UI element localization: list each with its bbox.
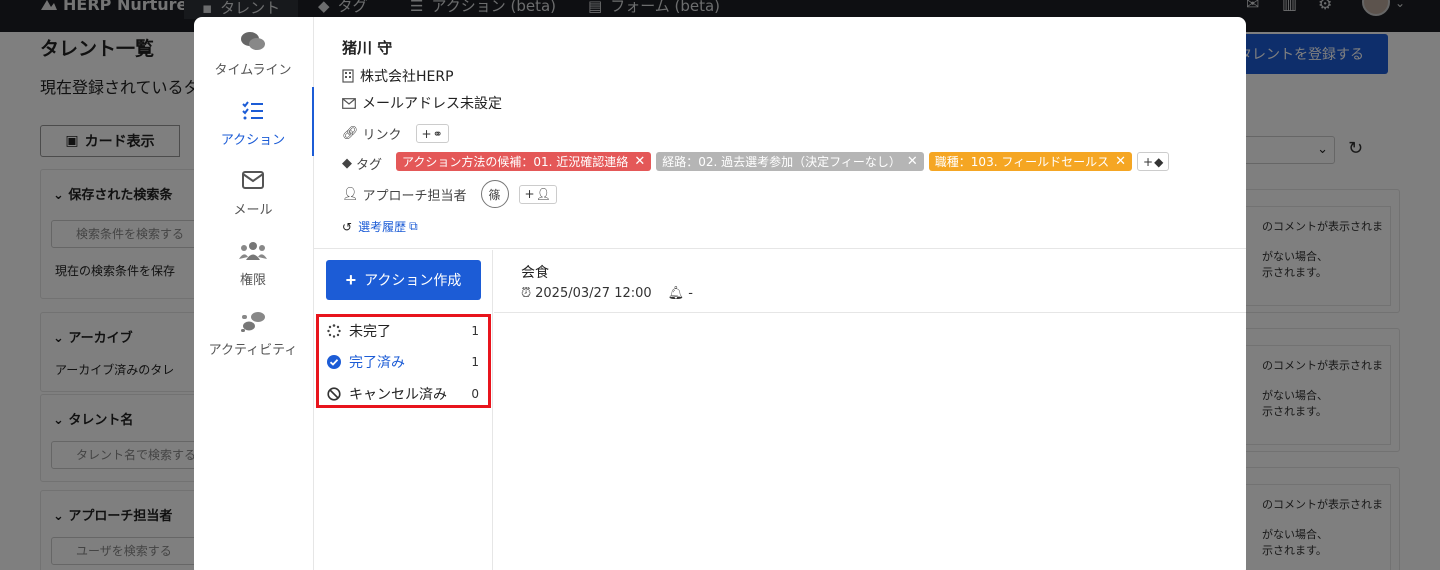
tag-label: タグ — [356, 158, 383, 173]
action-list: 会食 ⏰︎ 2025/03/27 12:00 🔔︎ - — [494, 250, 1246, 570]
sidebar-item-mail[interactable]: メール — [194, 157, 312, 225]
tag-chip-label: 経路：02. 過去選考参加（決定フィーなし） — [662, 155, 901, 169]
candidate-company: 株式会社HERP — [342, 66, 454, 86]
envelope-icon — [342, 97, 356, 109]
company-name: 株式会社HERP — [360, 69, 454, 85]
sidebar-item-label: メール — [233, 203, 273, 218]
status-label: 完了済み — [349, 355, 405, 371]
candidate-email: メールアドレス未設定 — [342, 93, 502, 113]
add-tag-button[interactable]: + ◆ — [1137, 152, 1170, 171]
tag-chip[interactable]: 職種：103. フィールドセールス ✕ — [928, 152, 1132, 171]
link-icon: ⚭ — [432, 126, 443, 141]
alarm-clock-icon: ⏰︎ — [521, 286, 532, 301]
status-filter-completed[interactable]: 完了済み 1 — [327, 349, 479, 375]
sidebar-item-label: タイムライン — [214, 63, 292, 78]
comments-icon — [194, 31, 312, 57]
candidate-header: 猪川 守 株式会社HERP メールアドレス未設定 🔗︎ リンク + ⚭ ◆ タグ … — [314, 17, 1246, 249]
close-icon[interactable]: ✕ — [907, 154, 918, 169]
assignee-avatar[interactable]: 篠 — [480, 180, 509, 208]
tag-chip[interactable]: 経路：02. 過去選考参加（決定フィーなし） ✕ — [656, 152, 924, 171]
history-row: ↺ 選考履歴 ⧉ — [342, 218, 418, 235]
envelope-icon — [194, 171, 312, 197]
status-filter-list: 未完了 1 完了済み 1 キャンセル済み 0 — [316, 314, 491, 408]
talent-detail-modal: タイムライン アクション メール 権限 アクティビティ 猪川 守 株式会社HER… — [194, 17, 1246, 570]
create-action-label: アクション作成 — [364, 272, 462, 288]
approach-label: アプローチ担当者 — [362, 188, 467, 204]
close-icon[interactable]: ✕ — [634, 154, 645, 169]
add-link-button[interactable]: + ⚭ — [415, 124, 449, 143]
status-count: 1 — [471, 324, 479, 338]
add-assignee-button[interactable]: + 👤︎ — [518, 184, 557, 204]
email-value: メールアドレス未設定 — [362, 96, 502, 112]
plus-icon: + — [345, 269, 357, 290]
tags-icon: ◆ — [1154, 154, 1164, 169]
tag-chip-label: アクション方法の候補：01. 近況確認連絡 — [402, 155, 629, 169]
sidebar-item-activity[interactable]: アクティビティ — [194, 297, 312, 365]
status-count: 0 — [471, 387, 479, 401]
link-label: リンク — [362, 128, 402, 143]
link-row: 🔗︎ リンク + ⚭ — [342, 124, 449, 143]
action-filter-column: + アクション作成 未完了 1 完了済み 1 キャンセル済み 0 — [314, 250, 493, 570]
tag-icon: ◆ — [342, 156, 352, 171]
create-action-button[interactable]: + アクション作成 — [326, 260, 481, 300]
external-link-icon: ⧉ — [409, 219, 418, 233]
status-count: 1 — [471, 355, 479, 369]
tag-label-row: ◆ タグ — [342, 154, 382, 173]
action-list-item[interactable]: 会食 ⏰︎ 2025/03/27 12:00 🔔︎ - — [494, 250, 1246, 313]
bell-icon: 🔔︎ — [667, 286, 685, 301]
user-icon: 👤︎ — [535, 187, 551, 201]
approach-row: 👤︎ アプローチ担当者 篠 + 👤︎ — [342, 180, 557, 208]
user-icon: 👤︎ — [342, 186, 359, 202]
status-label: 未完了 — [349, 324, 391, 340]
sidebar-item-label: 権限 — [239, 273, 266, 288]
building-icon — [342, 69, 354, 83]
list-check-icon — [194, 101, 312, 127]
tag-chip-label: 職種：103. フィールドセールス — [934, 155, 1110, 169]
action-meta: ⏰︎ 2025/03/27 12:00 🔔︎ - — [521, 286, 693, 301]
tag-chip[interactable]: アクション方法の候補：01. 近況確認連絡 ✕ — [396, 152, 652, 171]
close-icon[interactable]: ✕ — [1115, 154, 1126, 169]
candidate-name: 猪川 守 — [342, 39, 393, 57]
footprints-icon — [194, 311, 312, 337]
history-link-label: 選考履歴 — [358, 220, 407, 234]
users-icon — [194, 241, 312, 267]
ban-icon — [327, 387, 341, 401]
status-filter-cancelled[interactable]: キャンセル済み 0 — [327, 381, 479, 407]
check-circle-icon — [327, 355, 341, 369]
link-icon: 🔗︎ — [342, 126, 359, 141]
modal-sidebar: タイムライン アクション メール 権限 アクティビティ — [194, 17, 314, 570]
status-filter-incomplete[interactable]: 未完了 1 — [327, 318, 479, 344]
tag-list: アクション方法の候補：01. 近況確認連絡 ✕ 経路：02. 過去選考参加（決定… — [396, 152, 1170, 171]
sidebar-item-label: アクション — [220, 133, 286, 148]
status-label: キャンセル済み — [349, 387, 447, 403]
sidebar-item-timeline[interactable]: タイムライン — [194, 17, 312, 85]
action-title: 会食 — [521, 265, 549, 281]
selection-history-link[interactable]: 選考履歴 ⧉ — [358, 218, 418, 235]
action-datetime: 2025/03/27 12:00 — [535, 286, 652, 301]
sidebar-item-actions[interactable]: アクション — [194, 87, 314, 156]
sidebar-item-permissions[interactable]: 権限 — [194, 227, 312, 295]
sidebar-item-label: アクティビティ — [208, 343, 298, 358]
history-icon: ↺ — [342, 219, 353, 234]
action-reminder: - — [688, 286, 693, 301]
spinner-icon — [327, 324, 341, 338]
